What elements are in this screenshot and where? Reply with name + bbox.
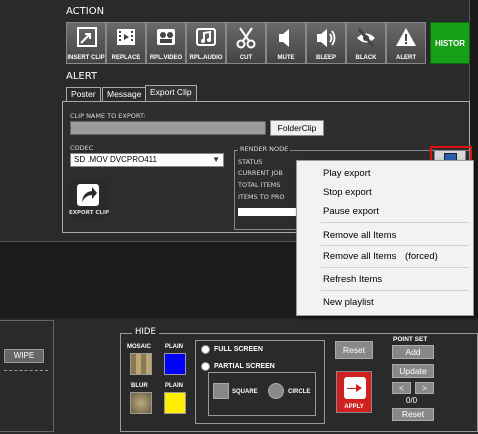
menu-item-new-playlist[interactable]: New playlist — [323, 297, 374, 308]
blur-thumbnail[interactable] — [130, 392, 152, 414]
warning-icon — [396, 28, 416, 46]
insert-clip-icon — [77, 27, 97, 47]
menu-item-remove-all-items[interactable]: Remove all Items — [323, 230, 396, 241]
bleep-button[interactable]: BLEEP — [306, 22, 346, 64]
circle-shape-option[interactable] — [268, 383, 284, 399]
menu-item-label: Remove all Items — [323, 251, 397, 262]
status-label: STATUS — [238, 158, 263, 166]
clip-name-label: CLIP NAME TO EXPORT: — [70, 112, 146, 120]
replace-audio-icon — [196, 28, 216, 46]
square-shape-option[interactable] — [213, 383, 229, 399]
insert-clip-button[interactable]: INSERT CLIP — [66, 22, 106, 64]
items-to-process-label: ITEMS TO PRO — [238, 193, 285, 201]
codec-value: SD .MOV DVCPRO411 — [74, 155, 157, 164]
prev-point-button[interactable]: < — [392, 382, 411, 394]
forced-suffix: (forced) — [405, 251, 438, 262]
speaker-icon — [317, 29, 336, 47]
reset-points-button[interactable]: Reset — [392, 408, 434, 421]
replace-button[interactable]: REPLACE — [106, 22, 146, 64]
partial-screen-radio[interactable] — [201, 362, 210, 371]
render-node-label: RENDER NODE — [238, 145, 291, 153]
alert-label: ALERT — [396, 55, 416, 61]
context-menu: Play export Stop export Pause export Rem… — [296, 160, 474, 316]
total-items-label: TOTAL ITEMS — [238, 181, 281, 189]
circle-label: CIRCLE — [288, 389, 311, 395]
hide-label: HIDE — [132, 327, 159, 337]
apply-icon — [344, 377, 366, 399]
partial-screen-label: PARTIAL SCREEN — [214, 363, 275, 370]
wipe-button[interactable]: WIPE — [4, 349, 44, 363]
alert-section-label: ALERT — [66, 71, 98, 82]
menu-separator — [321, 245, 469, 246]
update-point-button[interactable]: Update — [392, 364, 434, 378]
action-section-label: ACTION — [66, 6, 105, 17]
square-label: SQUARE — [232, 389, 258, 395]
codec-select[interactable]: SD .MOV DVCPRO411 ▼ — [70, 153, 224, 167]
history-button[interactable]: HISTOR — [430, 22, 470, 64]
mosaic-thumbnail[interactable] — [130, 353, 152, 375]
alert-button[interactable]: ALERT — [386, 22, 426, 64]
full-screen-label: FULL SCREEN — [214, 346, 263, 353]
folder-clip-button[interactable]: FolderClip — [270, 120, 324, 136]
plain-blue-swatch[interactable] — [164, 353, 186, 375]
menu-separator — [321, 290, 469, 291]
reset-button[interactable]: Reset — [335, 341, 373, 359]
dashed-divider — [4, 370, 48, 371]
add-point-button[interactable]: Add — [392, 345, 434, 359]
export-clip-label: EXPORT CLIP — [69, 210, 109, 216]
menu-item-play-export[interactable]: Play export — [323, 168, 371, 179]
tab-poster[interactable]: Poster — [66, 87, 101, 101]
plain-yellow-swatch[interactable] — [164, 392, 186, 414]
menu-item-pause-export[interactable]: Pause export — [323, 206, 379, 217]
plain-label-1: PLAIN — [165, 344, 183, 350]
codec-label: CODEC — [70, 144, 94, 152]
menu-separator — [321, 267, 469, 268]
apply-button[interactable]: APPLY — [336, 371, 372, 413]
replace-audio-button[interactable]: RPL.AUDIO — [186, 22, 226, 64]
replace-video-button[interactable]: RPL.VIDEO — [146, 22, 186, 64]
current-job-label: CURRENT JOB — [238, 169, 283, 177]
eye-off-icon — [357, 28, 376, 48]
film-replace-icon — [117, 29, 135, 45]
replace-video-icon — [157, 29, 175, 45]
scissors-icon — [236, 27, 256, 49]
black-button[interactable]: BLACK — [346, 22, 386, 64]
menu-item-remove-all-items-forced[interactable]: Remove all Items (forced) — [323, 251, 438, 262]
tab-message[interactable]: Message — [102, 87, 147, 101]
blur-label: BLUR — [131, 383, 148, 389]
apply-label: APPLY — [344, 404, 364, 410]
tab-export-clip[interactable]: Export Clip — [145, 85, 197, 101]
point-counter: 0/0 — [406, 396, 418, 405]
mute-icon — [279, 29, 289, 47]
clip-name-input[interactable] — [70, 121, 266, 135]
mosaic-label: MOSAIC — [127, 344, 151, 350]
cut-button[interactable]: CUT — [226, 22, 266, 64]
menu-item-stop-export[interactable]: Stop export — [323, 187, 372, 198]
point-set-label: POINT SET — [393, 336, 428, 343]
menu-item-refresh-items[interactable]: Refresh Items — [323, 274, 382, 285]
left-panel-fragment — [0, 320, 54, 432]
mute-button[interactable]: MUTE — [266, 22, 306, 64]
next-point-button[interactable]: > — [415, 382, 434, 394]
chevron-down-icon: ▼ — [212, 155, 220, 164]
menu-separator — [321, 222, 469, 223]
full-screen-radio[interactable] — [201, 345, 210, 354]
plain-label-2: PLAIN — [165, 383, 183, 389]
export-icon — [77, 184, 99, 206]
progress-bar — [238, 208, 304, 216]
export-clip-button[interactable]: EXPORT CLIP — [69, 180, 109, 218]
